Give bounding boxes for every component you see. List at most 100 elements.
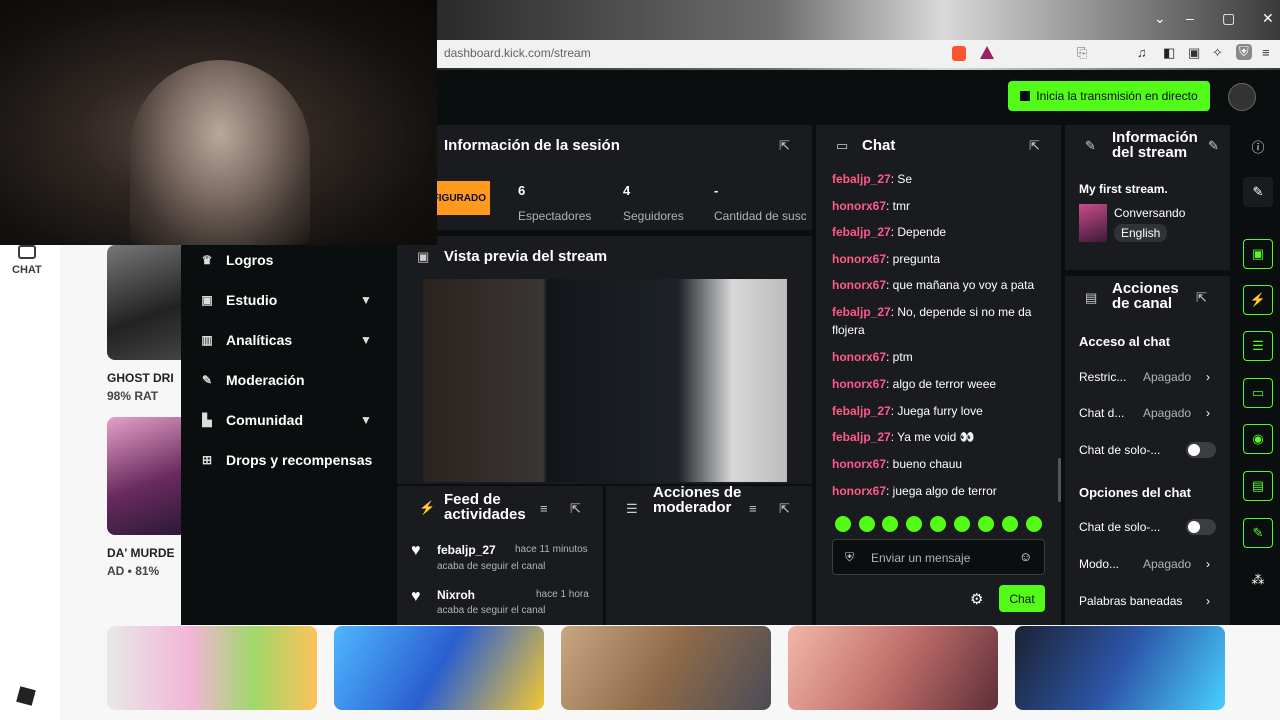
apps-icon[interactable]: ⁂ <box>1243 565 1273 595</box>
nav-item-moderacion[interactable]: ✎ Moderación <box>200 372 305 388</box>
nav-item-comunidad[interactable]: ▙ Comunidad <box>200 412 303 428</box>
expand-icon[interactable]: ⇱ <box>779 138 790 154</box>
pencil-icon[interactable]: ✎ <box>1243 177 1273 207</box>
channel-icon[interactable]: ▤ <box>1243 471 1273 501</box>
setting-label[interactable]: Chat d... <box>1079 406 1124 420</box>
nav-item-analiticas[interactable]: ▥ Analíticas <box>200 332 292 348</box>
filter-icon[interactable]: ≡ <box>540 501 548 516</box>
emote-icon[interactable] <box>978 516 994 532</box>
emote-icon[interactable] <box>906 516 922 532</box>
toggle-switch[interactable] <box>1186 519 1216 535</box>
chevron-right-icon[interactable]: › <box>1206 370 1210 384</box>
close-icon[interactable]: ✕ <box>1262 10 1274 27</box>
chat-message[interactable]: febaljp_27: Ya me void 👀 <box>832 428 1042 446</box>
activity-name[interactable]: Nixroh <box>437 588 475 602</box>
sidebar-icon[interactable]: ◧ <box>1163 45 1175 61</box>
chevron-down-icon[interactable]: ▼ <box>360 413 372 427</box>
chat-label[interactable]: CHAT <box>12 264 42 276</box>
game-thumbnail[interactable] <box>334 626 544 710</box>
expand-icon[interactable]: ⇱ <box>779 501 790 517</box>
maximize-icon[interactable]: ▢ <box>1222 10 1235 27</box>
chat-message[interactable]: febaljp_27: Juega furry love <box>832 402 1042 420</box>
rewards-icon[interactable] <box>980 46 994 59</box>
chat-username[interactable]: honorx67 <box>832 484 886 498</box>
emote-icon[interactable] <box>954 516 970 532</box>
emote-icon[interactable] <box>835 516 851 532</box>
category-thumbnail[interactable] <box>1079 204 1107 242</box>
toggle-switch[interactable] <box>1186 442 1216 458</box>
chat-username[interactable]: febaljp_27 <box>832 305 891 319</box>
game-thumbnail[interactable] <box>1015 626 1225 710</box>
chat-message[interactable]: honorx67: bueno chauu <box>832 455 1042 473</box>
url-text[interactable]: dashboard.kick.com/stream <box>444 46 591 60</box>
pencil-icon[interactable]: ✎ <box>1208 138 1219 154</box>
chat-username[interactable]: honorx67 <box>832 199 886 213</box>
language-badge[interactable]: English <box>1114 224 1168 242</box>
bookmark-icon[interactable]: ⎘ <box>1077 45 1087 61</box>
game-thumbnail[interactable] <box>107 626 317 710</box>
emote-icon[interactable] <box>930 516 946 532</box>
shield-icon[interactable]: ⛨ <box>845 550 854 565</box>
go-live-button[interactable]: Inicia la transmisión en directo <box>1008 81 1210 111</box>
preview-icon[interactable]: ▣ <box>1243 239 1273 269</box>
list-icon[interactable]: ☰ <box>1243 331 1273 361</box>
expand-icon[interactable]: ⇱ <box>1196 290 1207 306</box>
extensions-icon[interactable]: ✧ <box>1212 45 1223 61</box>
chat-message[interactable]: febaljp_27: Depende <box>832 223 1042 241</box>
chat-message[interactable]: febaljp_27: Se <box>832 170 1042 188</box>
emote-icon[interactable] <box>859 516 875 532</box>
vpn-icon[interactable]: ⛨ <box>1236 44 1252 60</box>
chat-username[interactable]: honorx67 <box>832 350 886 364</box>
chat-message[interactable]: honorx67: que mañana yo voy a pata <box>832 276 1042 294</box>
emote-icon[interactable] <box>882 516 898 532</box>
chevron-right-icon[interactable]: › <box>1206 557 1210 571</box>
chevron-right-icon[interactable]: › <box>1206 594 1210 608</box>
chevron-right-icon[interactable]: › <box>1206 406 1210 420</box>
stream-preview-video[interactable] <box>423 279 787 482</box>
minimize-icon[interactable]: – <box>1186 10 1194 26</box>
gear-icon[interactable]: ⚙ <box>970 590 983 608</box>
game-title[interactable]: DA' MURDE <box>107 546 175 560</box>
chat-scrollbar[interactable] <box>1058 458 1061 502</box>
setting-label[interactable]: Chat de solo-... <box>1079 520 1160 534</box>
lightning-icon[interactable]: ⚡ <box>1243 285 1273 315</box>
chat-message[interactable]: honorx67: ptm <box>832 348 1042 366</box>
nav-item-logros[interactable]: ♛ Logros <box>200 252 274 268</box>
activity-name[interactable]: febaljp_27 <box>437 543 496 557</box>
wallet-icon[interactable]: ▣ <box>1188 45 1200 61</box>
chat-message[interactable]: honorx67: algo de terror weee <box>832 375 1042 393</box>
wrench-icon[interactable]: ✎ <box>1243 518 1273 548</box>
game-card-ghost[interactable] <box>107 245 187 360</box>
chat-username[interactable]: febaljp_27 <box>832 172 891 186</box>
chat-username[interactable]: honorx67 <box>832 278 886 292</box>
category-name[interactable]: Conversando <box>1114 206 1185 220</box>
game-title[interactable]: GHOST DRI <box>107 371 174 385</box>
emoji-icon[interactable]: ☺ <box>1019 549 1032 564</box>
chat-username[interactable]: febaljp_27 <box>832 225 891 239</box>
chat-message[interactable]: honorx67: juega algo de terror <box>832 482 1042 500</box>
brave-shield-icon[interactable] <box>952 46 966 61</box>
filter-icon[interactable]: ≡ <box>749 501 757 516</box>
emote-icon[interactable] <box>1002 516 1018 532</box>
chat-icon[interactable] <box>18 245 36 259</box>
game-card-murder[interactable] <box>107 417 187 535</box>
broadcast-icon[interactable]: ◉ <box>1243 424 1273 454</box>
info-icon[interactable]: ⓘ <box>1243 131 1273 161</box>
setting-label[interactable]: Modo... <box>1079 557 1119 571</box>
setting-label[interactable]: Restric... <box>1079 370 1126 384</box>
chat-bubble-icon[interactable]: ▭ <box>1243 378 1273 408</box>
game-thumbnail[interactable] <box>561 626 771 710</box>
chat-username[interactable]: honorx67 <box>832 252 886 266</box>
chat-message[interactable]: febaljp_27: No, depende si no me da floj… <box>832 303 1042 339</box>
chat-message[interactable]: honorx67: tmr <box>832 197 1042 215</box>
chat-username[interactable]: honorx67 <box>832 377 886 391</box>
menu-icon[interactable]: ≡ <box>1262 45 1270 60</box>
setting-label[interactable]: Chat de solo-... <box>1079 443 1160 457</box>
emote-icon[interactable] <box>1026 516 1042 532</box>
nav-item-estudio[interactable]: ▣ Estudio <box>200 292 277 308</box>
expand-icon[interactable]: ⇱ <box>1029 138 1040 154</box>
chat-username[interactable]: honorx67 <box>832 457 886 471</box>
chat-message[interactable]: honorx67: pregunta <box>832 250 1042 268</box>
nav-item-drops[interactable]: ⊞ Drops y recompensas <box>200 452 372 468</box>
chevron-down-icon[interactable]: ▼ <box>360 333 372 347</box>
